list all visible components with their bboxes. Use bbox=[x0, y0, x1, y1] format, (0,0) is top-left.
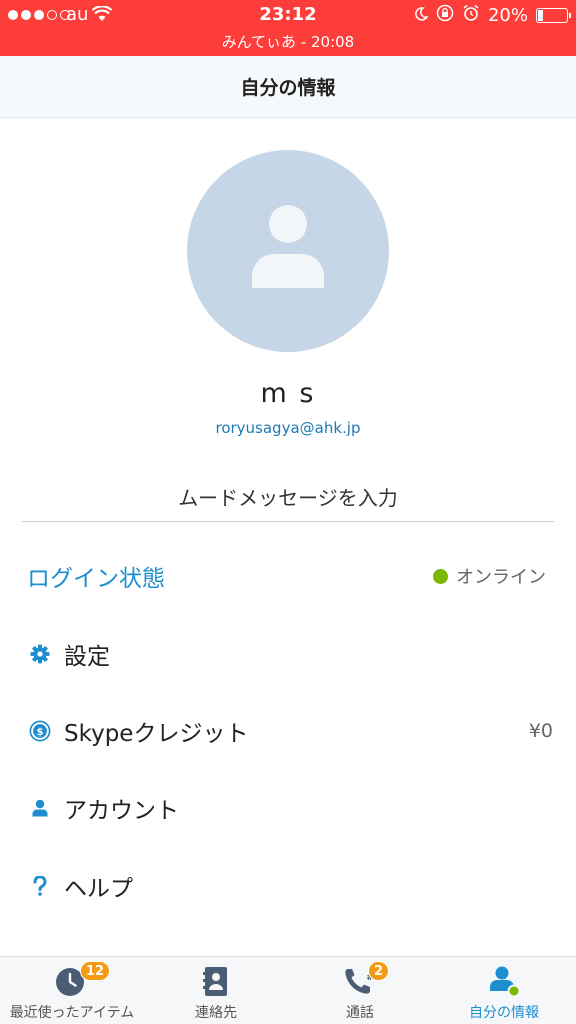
gear-icon bbox=[29, 643, 51, 665]
settings-label: 設定 bbox=[64, 644, 110, 670]
tab-my-info-label: 自分の情報 bbox=[469, 1005, 539, 1021]
avatar[interactable] bbox=[187, 150, 389, 352]
person-icon bbox=[29, 797, 51, 819]
person-silhouette-icon bbox=[252, 205, 324, 288]
profile-email: roryusagya@ahk.jp bbox=[215, 419, 361, 437]
login-status-label: ログイン状態 bbox=[27, 566, 165, 592]
settings-row[interactable]: 設定 bbox=[0, 624, 576, 684]
help-row[interactable]: ヘルプ bbox=[0, 856, 576, 916]
skype-credit-label: Skypeクレジット bbox=[64, 721, 249, 747]
tab-bar: 12 最近使ったアイテム 連絡先 # 2 通話 bbox=[0, 956, 576, 1024]
tab-recent[interactable]: 12 最近使ったアイテム bbox=[0, 957, 144, 1024]
svg-text:$: $ bbox=[36, 727, 43, 738]
contacts-book-icon bbox=[199, 965, 233, 997]
status-bar: au 23:12 20% みんてぃあ - 20:08 bbox=[0, 0, 576, 56]
mood-message-input[interactable]: ムードメッセージを入力 bbox=[22, 472, 554, 522]
skype-credit-value: ¥0 bbox=[528, 720, 553, 742]
active-call-banner[interactable]: みんてぃあ - 20:08 bbox=[0, 31, 576, 52]
tab-my-info[interactable]: 自分の情報 bbox=[432, 957, 576, 1024]
dollar-circle-icon: $ bbox=[29, 720, 51, 742]
question-icon bbox=[29, 875, 51, 897]
nav-header: 自分の情報 bbox=[0, 56, 576, 118]
recent-badge: 12 bbox=[80, 961, 111, 981]
tab-recent-label: 最近使ったアイテム bbox=[9, 1005, 135, 1021]
page-title: 自分の情報 bbox=[240, 77, 336, 99]
tab-calls-label: 通話 bbox=[346, 1005, 374, 1021]
online-status-dot bbox=[433, 568, 448, 584]
alarm-icon bbox=[462, 4, 480, 27]
help-label: ヘルプ bbox=[64, 876, 133, 902]
account-label: アカウント bbox=[64, 798, 179, 824]
skype-credit-row[interactable]: $ Skypeクレジット ¥0 bbox=[0, 701, 576, 761]
tab-contacts-label: 連絡先 bbox=[195, 1005, 237, 1021]
account-row[interactable]: アカウント bbox=[0, 778, 576, 838]
profile-name: m s bbox=[260, 378, 316, 409]
login-status-row[interactable]: ログイン状態 オンライン bbox=[0, 546, 576, 606]
profile-icon bbox=[487, 965, 521, 998]
online-status-text: オンライン bbox=[456, 567, 546, 588]
battery-icon bbox=[536, 8, 571, 23]
tab-contacts[interactable]: 連絡先 bbox=[144, 957, 288, 1024]
tab-calls[interactable]: # 2 通話 bbox=[288, 957, 432, 1024]
rotation-lock-icon bbox=[436, 4, 454, 27]
calls-badge: 2 bbox=[368, 961, 390, 981]
battery-percent: 20% bbox=[487, 5, 528, 26]
moon-icon bbox=[414, 5, 429, 26]
